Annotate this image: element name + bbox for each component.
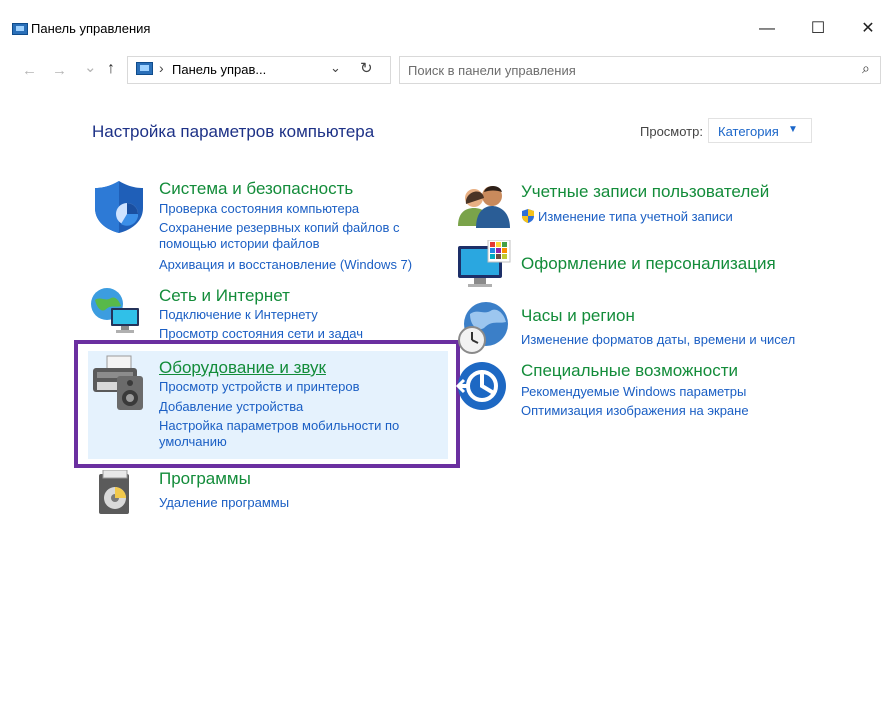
search-icon[interactable]: ⌕ (862, 60, 870, 77)
link-mobility-settings-cont[interactable]: умолчанию (159, 434, 227, 450)
search-placeholder[interactable]: Поиск в панели управления (408, 63, 576, 78)
appearance-icon (458, 240, 511, 287)
up-button[interactable]: ↑ (107, 60, 115, 78)
category-hardware-sound[interactable]: Оборудование и звук (159, 358, 326, 378)
link-file-history-cont[interactable]: помощью истории файлов (159, 236, 320, 252)
category-appearance[interactable]: Оформление и персонализация (521, 254, 776, 274)
back-button[interactable]: ← (22, 62, 37, 79)
breadcrumb-control-panel[interactable]: Панель управ... (172, 62, 266, 77)
link-check-status[interactable]: Проверка состояния компьютера (159, 201, 359, 217)
refresh-button[interactable]: ↻ (360, 59, 373, 77)
category-system-security[interactable]: Система и безопасность (159, 179, 353, 199)
ease-of-access-icon (456, 362, 506, 410)
category-user-accounts[interactable]: Учетные записи пользователей (521, 182, 769, 202)
recent-locations-button[interactable]: ⌄ (84, 58, 97, 76)
link-file-history[interactable]: Сохранение резервных копий файлов с (159, 220, 400, 236)
address-dropdown-button[interactable]: ⌄ (330, 60, 341, 76)
link-change-formats[interactable]: Изменение форматов даты, времени и чисел (521, 332, 795, 348)
link-add-device[interactable]: Добавление устройства (159, 399, 303, 415)
network-globe-icon (91, 288, 139, 333)
maximize-button[interactable]: ☐ (795, 14, 841, 44)
breadcrumb-separator: › (159, 60, 164, 76)
uac-shield-icon (522, 209, 534, 223)
link-devices-printers[interactable]: Просмотр устройств и принтеров (159, 379, 359, 395)
link-uninstall-program[interactable]: Удаление программы (159, 495, 289, 511)
link-recommended-settings[interactable]: Рекомендуемые Windows параметры (521, 384, 746, 400)
shield-icon (95, 181, 143, 233)
close-button[interactable]: ✕ (845, 14, 881, 44)
category-network-internet[interactable]: Сеть и Интернет (159, 286, 290, 306)
link-mobility-settings[interactable]: Настройка параметров мобильности по (159, 418, 399, 434)
programs-icon (99, 470, 129, 514)
chevron-down-icon[interactable]: ▼ (788, 124, 798, 135)
view-by-label: Просмотр: (640, 124, 703, 139)
clock-globe-icon (458, 302, 508, 354)
category-clock-region[interactable]: Часы и регион (521, 306, 635, 326)
minimize-button[interactable]: — (744, 14, 790, 44)
link-optimize-display[interactable]: Оптимизация изображения на экране (521, 403, 749, 419)
link-backup-restore[interactable]: Архивация и восстановление (Windows 7) (159, 257, 412, 273)
page-title: Настройка параметров компьютера (92, 122, 375, 141)
category-ease-of-access[interactable]: Специальные возможности (521, 361, 738, 381)
printer-speaker-icon (93, 355, 143, 410)
link-connect-internet[interactable]: Подключение к Интернету (159, 307, 318, 323)
view-by-value[interactable]: Категория (718, 124, 779, 139)
control-panel-icon-small (136, 62, 153, 75)
link-network-status[interactable]: Просмотр состояния сети и задач (159, 326, 363, 340)
category-programs[interactable]: Программы (159, 469, 251, 489)
link-change-account-type[interactable]: Изменение типа учетной записи (538, 209, 733, 225)
users-icon (458, 186, 510, 228)
control-panel-icon (12, 23, 28, 35)
forward-button[interactable]: → (52, 62, 67, 79)
window-title: Панель управления (31, 21, 151, 36)
